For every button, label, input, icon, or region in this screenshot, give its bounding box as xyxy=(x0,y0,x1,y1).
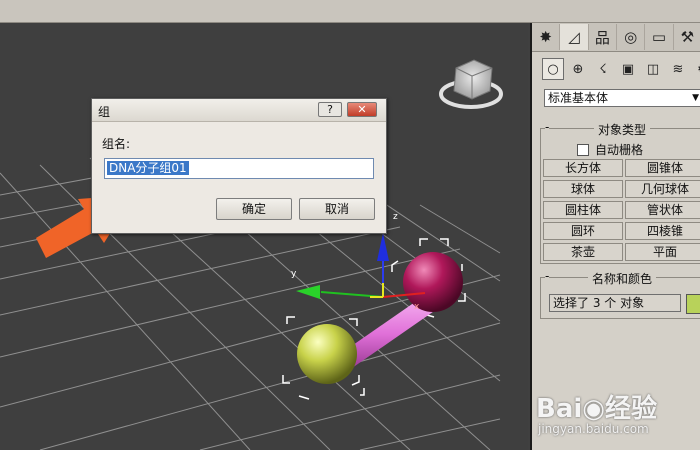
sphere-right[interactable] xyxy=(403,252,463,312)
cameras-icon[interactable]: ▣ xyxy=(617,58,639,80)
group-name-value: DNA分子组01 xyxy=(107,161,189,175)
primitive-category-select[interactable]: 标准基本体 ▼ xyxy=(544,89,700,107)
dialog-title: 组 xyxy=(98,105,111,119)
autogrid-checkbox[interactable]: 自动栅格 xyxy=(577,141,643,158)
cylinder-button[interactable]: 圆柱体 xyxy=(543,201,623,219)
baidu-jingyan-watermark: Bai◉经验 jingyan.baidu.com xyxy=(536,376,696,446)
autogrid-check-box[interactable] xyxy=(577,143,589,156)
group-dialog: 组 ? ✕ 组名: DNA分子组01 确定 取消 xyxy=(91,98,387,234)
app-window: z y x 组 ? ✕ 组名: DNA分子组01 确定 取消 ✸ ◿ 品 ◎ ▭… xyxy=(0,0,700,450)
tube-button[interactable]: 管状体 xyxy=(625,201,700,219)
tab-create-icon[interactable]: ✸ xyxy=(532,24,561,50)
category-value: 标准基本体 xyxy=(548,91,609,105)
tab-display-icon[interactable]: ▭ xyxy=(645,24,674,50)
autogrid-label: 自动栅格 xyxy=(595,143,644,157)
cone-button[interactable]: 圆锥体 xyxy=(625,159,700,177)
perspective-viewport[interactable]: z y x 组 ? ✕ 组名: DNA分子组01 确定 取消 xyxy=(0,23,528,450)
cancel-button[interactable]: 取消 xyxy=(299,198,375,220)
axis-label-y: y xyxy=(291,269,297,279)
sphere-button[interactable]: 球体 xyxy=(543,180,623,198)
object-type-buttons: 长方体 圆锥体 球体 几何球体 圆柱体 管状体 圆环 四棱锥 茶壶 平面 xyxy=(543,159,700,261)
top-toolbar xyxy=(0,0,700,23)
helpers-icon[interactable]: ◫ xyxy=(642,58,664,80)
command-panel-tabs: ✸ ◿ 品 ◎ ▭ ⚒ xyxy=(532,23,700,52)
name-color-title: 名称和颜色 xyxy=(587,272,656,286)
axis-label-z: z xyxy=(393,212,398,222)
tab-modify-icon[interactable]: ◿ xyxy=(560,24,589,50)
chevron-down-icon: ▼ xyxy=(692,93,699,103)
viewport-scene: z y x xyxy=(0,59,503,450)
lights-icon[interactable]: ☇ xyxy=(592,58,614,80)
object-type-rollout: - 对象类型 自动栅格 长方体 圆锥体 球体 几何球体 圆柱体 管状体 圆环 四… xyxy=(540,120,700,264)
object-color-swatch[interactable] xyxy=(686,294,700,314)
shapes-icon[interactable]: ⊕ xyxy=(567,58,589,80)
group-name-input[interactable]: DNA分子组01 xyxy=(104,158,374,179)
watermark-url: jingyan.baidu.com xyxy=(538,422,649,436)
teapot-button[interactable]: 茶壶 xyxy=(543,243,623,261)
viewcube[interactable] xyxy=(439,59,503,109)
help-button[interactable]: ? xyxy=(318,102,342,117)
create-category-icons: ○ ⊕ ☇ ▣ ◫ ≋ ⚙ xyxy=(542,58,700,82)
pyramid-button[interactable]: 四棱锥 xyxy=(625,222,700,240)
ok-button[interactable]: 确定 xyxy=(216,198,292,220)
systems-icon[interactable]: ⚙ xyxy=(692,58,700,80)
group-name-label: 组名: xyxy=(102,137,131,151)
tab-utilities-icon[interactable]: ⚒ xyxy=(674,24,700,50)
box-button[interactable]: 长方体 xyxy=(543,159,623,177)
sphere-left[interactable] xyxy=(297,324,357,384)
axis-label-x: x xyxy=(414,302,420,312)
close-button[interactable]: ✕ xyxy=(347,102,377,117)
watermark-logo: Bai◉经验 xyxy=(536,394,657,424)
geosphere-button[interactable]: 几何球体 xyxy=(625,180,700,198)
torus-button[interactable]: 圆环 xyxy=(543,222,623,240)
geometry-icon[interactable]: ○ xyxy=(542,58,564,80)
name-color-rollout: - 名称和颜色 选择了 3 个 对象 xyxy=(540,269,700,319)
tab-motion-icon[interactable]: ◎ xyxy=(617,24,646,50)
object-name-field[interactable]: 选择了 3 个 对象 xyxy=(549,294,681,312)
spacewarps-icon[interactable]: ≋ xyxy=(667,58,689,80)
dialog-titlebar[interactable]: 组 ? ✕ xyxy=(92,99,386,122)
plane-button[interactable]: 平面 xyxy=(625,243,700,261)
object-type-title: 对象类型 xyxy=(593,123,650,137)
tab-hierarchy-icon[interactable]: 品 xyxy=(589,24,617,50)
